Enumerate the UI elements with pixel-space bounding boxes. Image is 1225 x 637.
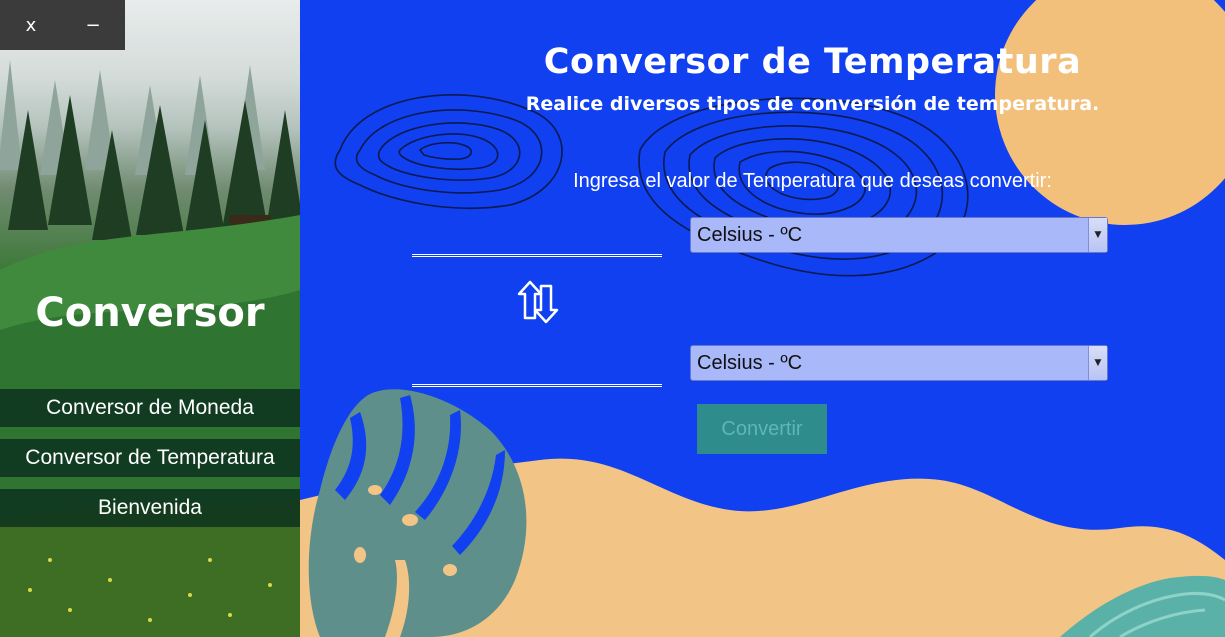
chevron-down-icon: ▼ — [1088, 218, 1107, 252]
from-unit-select[interactable]: Celsius - ºC ▼ — [690, 217, 1108, 253]
page-subtitle: Realice diversos tipos de conversión de … — [525, 93, 1100, 115]
minimize-icon: − — [85, 14, 101, 36]
minimize-button[interactable]: − — [62, 0, 124, 50]
temperature-input-field[interactable] — [412, 224, 662, 257]
to-unit-select[interactable]: Celsius - ºC ▼ — [690, 345, 1108, 381]
sidebar-item-welcome[interactable]: Bienvenida — [0, 489, 300, 527]
to-unit-selected-value: Celsius - ºC — [697, 351, 803, 374]
sidebar: x − Conversor Conversor de Moneda Conver… — [0, 0, 300, 637]
leaf-decoration — [308, 389, 527, 637]
close-button[interactable]: x — [0, 0, 62, 50]
input-prompt-label: Ingresa el valor de Temperatura que dese… — [573, 170, 1052, 192]
temperature-output-field[interactable] — [412, 354, 662, 387]
swap-arrows-icon[interactable] — [516, 278, 560, 326]
main-panel: Conversor de Temperatura Realice diverso… — [300, 0, 1225, 637]
sidebar-item-currency-converter[interactable]: Conversor de Moneda — [0, 389, 300, 427]
chevron-down-icon: ▼ — [1088, 346, 1107, 380]
close-icon: x — [25, 14, 37, 36]
app-brand-title: Conversor — [35, 290, 265, 336]
convert-button[interactable]: Convertir — [697, 404, 827, 454]
window-controls: x − — [0, 0, 125, 50]
sidebar-item-temperature-converter[interactable]: Conversor de Temperatura — [0, 439, 300, 477]
from-unit-selected-value: Celsius - ºC — [697, 223, 803, 246]
page-title: Conversor de Temperatura — [543, 42, 1082, 82]
